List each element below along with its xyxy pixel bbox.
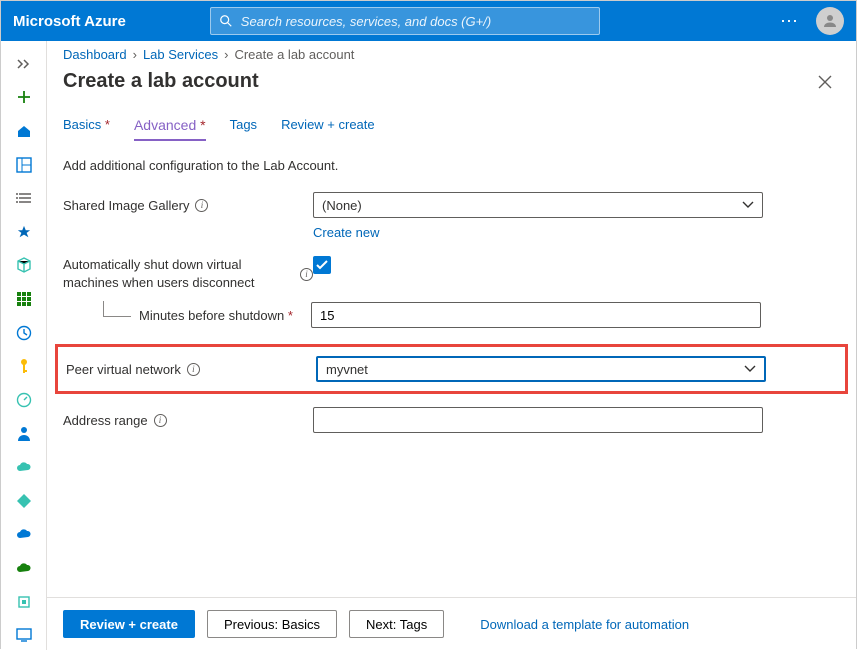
- breadcrumb-current: Create a lab account: [234, 47, 354, 62]
- top-header: Microsoft Azure ⋯: [1, 1, 856, 41]
- breadcrumb-sep: ›: [224, 47, 228, 62]
- nav-add-icon[interactable]: [6, 83, 42, 113]
- more-menu-icon[interactable]: ⋯: [780, 11, 800, 32]
- nav-expand-icon[interactable]: [6, 49, 42, 79]
- create-new-link[interactable]: Create new: [313, 225, 379, 240]
- nav-cloud2-icon[interactable]: [6, 520, 42, 550]
- tab-tags[interactable]: Tags: [230, 117, 257, 141]
- nav-device-icon[interactable]: [6, 620, 42, 650]
- nav-list-icon[interactable]: [6, 183, 42, 213]
- nav-diamond-icon[interactable]: [6, 486, 42, 516]
- global-search[interactable]: [210, 7, 600, 35]
- search-icon: [219, 14, 233, 28]
- user-avatar[interactable]: [816, 7, 844, 35]
- nav-dashboard-icon[interactable]: [6, 150, 42, 180]
- close-button[interactable]: [810, 71, 840, 93]
- search-input[interactable]: [241, 14, 591, 29]
- main-area: Dashboard › Lab Services › Create a lab …: [47, 41, 856, 650]
- auto-shutdown-label: Automatically shut down virtual machines…: [63, 256, 294, 292]
- brand-logo[interactable]: Microsoft Azure: [13, 13, 126, 30]
- nav-favorite-icon[interactable]: [6, 217, 42, 247]
- nav-cloud3-icon[interactable]: [6, 553, 42, 583]
- minutes-label: Minutes before shutdown: [139, 308, 284, 323]
- peer-vnet-value: myvnet: [326, 362, 368, 377]
- auto-shutdown-checkbox[interactable]: [313, 256, 331, 274]
- info-icon[interactable]: i: [195, 199, 208, 212]
- peer-vnet-label: Peer virtual network: [66, 362, 181, 377]
- download-template-link[interactable]: Download a template for automation: [480, 617, 689, 632]
- minutes-input[interactable]: [311, 302, 761, 328]
- side-nav: [1, 41, 47, 650]
- nav-profile-icon[interactable]: [6, 419, 42, 449]
- nav-cloud1-icon[interactable]: [6, 452, 42, 482]
- nav-clock-icon[interactable]: [6, 318, 42, 348]
- breadcrumb: Dashboard › Lab Services › Create a lab …: [47, 41, 856, 64]
- nav-gauge-icon[interactable]: [6, 385, 42, 415]
- nav-processor-icon[interactable]: [6, 587, 42, 617]
- tabs: Basics * Advanced * Tags Review + create: [47, 105, 856, 142]
- tab-review[interactable]: Review + create: [281, 117, 375, 141]
- form-description: Add additional configuration to the Lab …: [63, 158, 840, 173]
- peer-vnet-select[interactable]: myvnet: [316, 356, 766, 382]
- info-icon[interactable]: i: [154, 414, 167, 427]
- address-range-label: Address range: [63, 413, 148, 428]
- next-button[interactable]: Next: Tags: [349, 610, 444, 638]
- breadcrumb-lab-services[interactable]: Lab Services: [143, 47, 218, 62]
- nav-home-icon[interactable]: [6, 116, 42, 146]
- footer-bar: Review + create Previous: Basics Next: T…: [47, 597, 856, 650]
- info-icon[interactable]: i: [300, 268, 313, 281]
- nav-key-icon[interactable]: [6, 351, 42, 381]
- chevron-down-icon: [742, 201, 754, 209]
- nav-cube-icon[interactable]: [6, 251, 42, 281]
- tab-advanced[interactable]: Advanced *: [134, 117, 206, 141]
- shared-image-gallery-label: Shared Image Gallery: [63, 198, 189, 213]
- peer-vnet-callout: Peer virtual network i myvnet: [55, 344, 848, 394]
- info-icon[interactable]: i: [187, 363, 200, 376]
- breadcrumb-dashboard[interactable]: Dashboard: [63, 47, 127, 62]
- breadcrumb-sep: ›: [133, 47, 137, 62]
- shared-image-gallery-value: (None): [322, 198, 362, 213]
- nav-grid-icon[interactable]: [6, 284, 42, 314]
- previous-button[interactable]: Previous: Basics: [207, 610, 337, 638]
- review-create-button[interactable]: Review + create: [63, 610, 195, 638]
- chevron-down-icon: [744, 365, 756, 373]
- indent-connector: [103, 301, 131, 317]
- page-title: Create a lab account: [63, 70, 810, 93]
- tab-basics[interactable]: Basics *: [63, 117, 110, 141]
- shared-image-gallery-select[interactable]: (None): [313, 192, 763, 218]
- address-range-input[interactable]: [313, 407, 763, 433]
